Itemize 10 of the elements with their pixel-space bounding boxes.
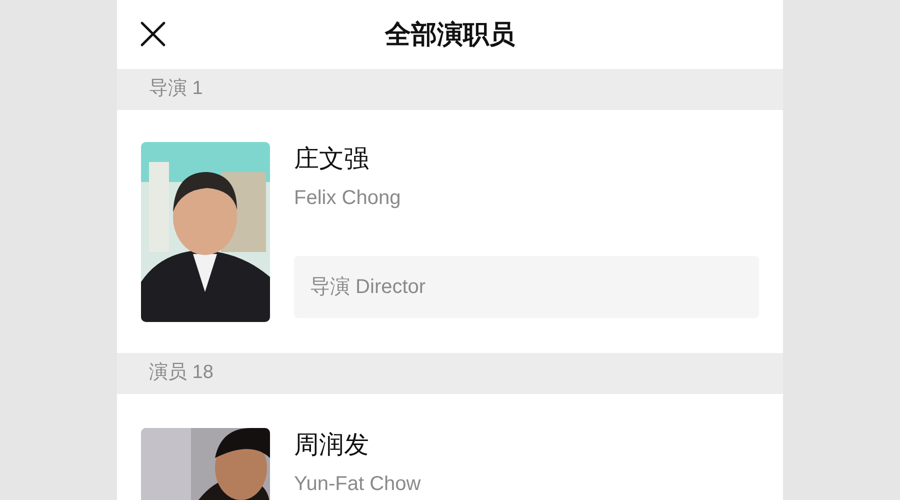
- close-button[interactable]: [139, 20, 167, 48]
- person-english-name: Felix Chong: [294, 186, 401, 211]
- section-heading: 演员 18: [149, 361, 214, 386]
- person-name: 庄文强: [294, 144, 369, 174]
- page-title: 全部演职员: [385, 18, 515, 51]
- close-icon: [140, 21, 166, 47]
- person-english-name: Yun-Fat Chow: [294, 472, 421, 497]
- role-label: 导演 Director: [294, 256, 759, 318]
- person-name: 周润发: [294, 430, 369, 460]
- section-heading: 导演 1: [149, 77, 203, 102]
